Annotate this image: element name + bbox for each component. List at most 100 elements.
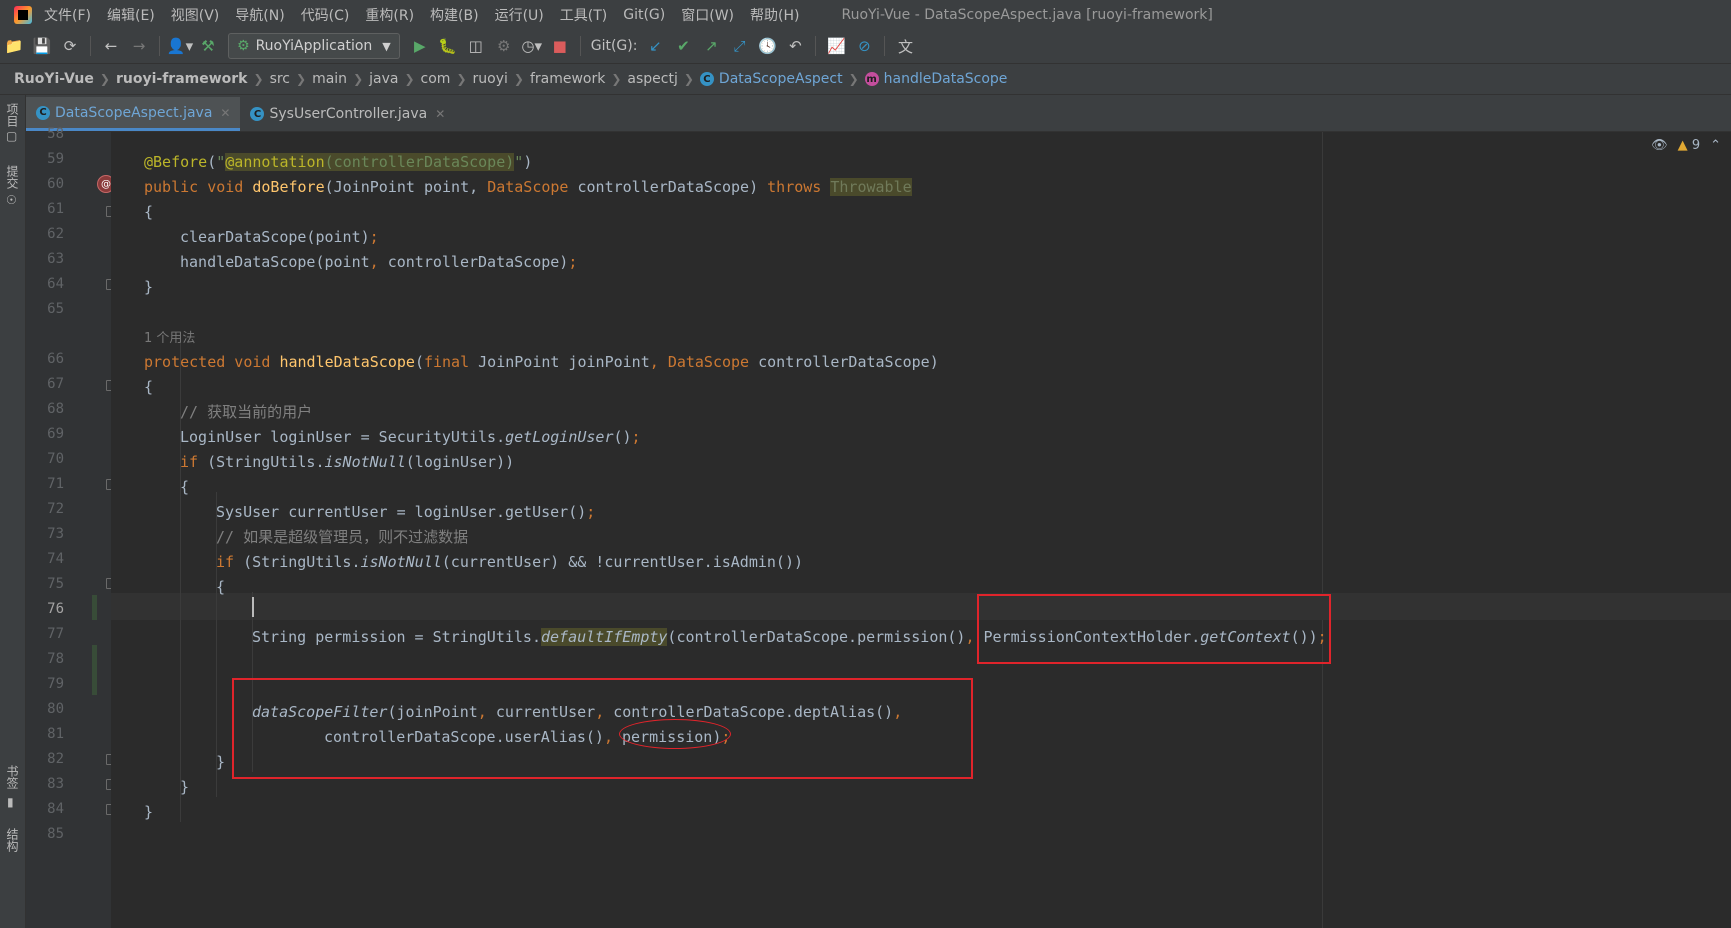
run-icon[interactable]: ▶ [406,32,434,60]
rollback-icon[interactable]: ↶ [781,32,809,60]
git-merge-icon[interactable]: ⤢ [725,32,753,60]
crumb-ruoyi[interactable]: ruoyi [473,71,508,87]
warning-count: 9 [1691,138,1701,153]
code-line-70: if (StringUtils.isNotNull(loginUser)) [180,453,515,471]
editor-gutter[interactable]: 58 59 60 61 62 63 64 65 66 67 68 69 70 7… [26,126,116,928]
build-hammer-icon[interactable]: ⚒ [194,32,222,60]
code-line-73: // 如果是超级管理员，则不过滤数据 [216,524,468,551]
menu-view[interactable]: 视图(V) [171,5,220,25]
open-folder-icon[interactable]: 📁 [0,32,28,60]
line-number: 77 [47,626,64,642]
project-tool-tab[interactable]: 项目 [4,103,21,127]
line-number: 59 [47,151,64,167]
chevron-up-icon[interactable]: ⌃ [1710,138,1721,153]
close-icon[interactable]: ✕ [435,107,445,121]
crumb-module[interactable]: ruoyi-framework [116,71,248,87]
toolbar: 📁 💾 ⟳ ← → 👤▾ ⚒ ⚙ RuoYiApplication ▼ ▶ 🐛 … [0,29,1731,64]
crumb-framework[interactable]: framework [530,71,605,87]
breadcrumb: RuoYi-Vue ❯ ruoyi-framework ❯ src ❯ main ❯ j… [0,64,1731,95]
line-number: 83 [47,776,64,792]
menu-window[interactable]: 窗口(W) [681,5,734,25]
crumb-main[interactable]: main [312,71,347,87]
editor-tabbar: C DataScopeAspect.java ✕ C SysUserContro… [26,95,1731,132]
user-dropdown-icon[interactable]: 👤▾ [166,32,194,60]
forward-icon[interactable]: → [125,32,153,60]
warning-icon: ▲ [1677,138,1688,153]
crumb-com[interactable]: com [421,71,451,87]
profile-icon[interactable]: ⚙ [490,32,518,60]
run-config-label: RuoYiApplication [255,38,373,54]
power-save-icon[interactable]: ⊘ [850,32,878,60]
menu-navigate[interactable]: 导航(N) [235,5,284,25]
debug-icon[interactable]: 🐛 [434,32,462,60]
window-title: RuoYi-Vue - DataScopeAspect.java [ruoyi-… [841,6,1213,23]
reader-mode-icon[interactable]: 👁 [1651,138,1668,153]
menu-refactor[interactable]: 重构(R) [365,5,414,25]
structure-tool-tab[interactable]: 结构 [4,828,21,852]
crumb-separator: ❯ [683,72,694,86]
line-number: 68 [47,401,64,417]
crumb-src[interactable]: src [270,71,290,87]
bookmark-icon[interactable]: ▮ [7,795,14,809]
toolbar-divider [159,36,160,56]
line-number: 75 [47,576,64,592]
inspection-widget[interactable]: 👁 ▲ 9 ⌃ [1651,138,1721,153]
coverage-icon[interactable]: ◫ [462,32,490,60]
line-number: 63 [47,251,64,267]
crumb-separator: ❯ [611,72,622,86]
menu-code[interactable]: 代码(C) [301,5,350,25]
usage-hint-line: 1 个用法 [144,324,195,351]
annotation-box-context [977,594,1331,664]
sync-icon[interactable]: ⟳ [56,32,84,60]
line-number: 67 [47,376,64,392]
menu-edit[interactable]: 编辑(E) [107,5,155,25]
close-icon[interactable]: ✕ [220,106,230,120]
comment-admin: // 如果是超级管理员，则不过滤数据 [216,528,469,546]
more-run-icon[interactable]: ◷▾ [518,32,546,60]
vcs-change-marker[interactable] [92,645,97,695]
warning-counter[interactable]: ▲ 9 [1678,138,1700,153]
menu-file[interactable]: 文件(F) [44,5,91,25]
crumb-class[interactable]: DataScopeAspect [719,71,843,87]
save-all-icon[interactable]: 💾 [28,32,56,60]
tab-label: DataScopeAspect.java [55,104,213,121]
run-configuration-select[interactable]: ⚙ RuoYiApplication ▼ [228,33,400,59]
crumb-method[interactable]: handleDataScope [884,71,1008,87]
tab-sysusercontroller[interactable]: C SysUserController.java ✕ [240,97,455,131]
bookmarks-tool-tab[interactable]: 书签 [4,765,21,789]
menu-tools[interactable]: 工具(T) [560,5,607,25]
code-line-67: { [144,378,154,396]
git-commit-icon[interactable]: ✔ [669,32,697,60]
menu-help[interactable]: 帮助(H) [750,5,799,25]
git-label: Git(G): [590,38,638,54]
translate-icon[interactable]: 文 [891,32,919,60]
git-push-icon[interactable]: ↗ [697,32,725,60]
back-icon[interactable]: ← [97,32,125,60]
crumb-separator: ❯ [404,72,415,86]
line-number: 62 [47,226,64,242]
toolbar-divider [579,36,581,56]
tab-label: SysUserController.java [269,106,428,122]
crumb-project[interactable]: RuoYi-Vue [14,71,94,87]
vcs-change-marker[interactable] [92,595,97,620]
folder-icon[interactable]: ▢ [6,129,17,143]
menu-run[interactable]: 运行(U) [495,5,544,25]
menu-git[interactable]: Git(G) [623,7,665,23]
code-line-82: } [216,753,226,771]
menu-build[interactable]: 构建(B) [430,5,479,25]
crumb-aspectj[interactable]: aspectj [627,71,677,87]
toolbar-divider [884,36,886,56]
git-update-icon[interactable]: ↙ [641,32,669,60]
usage-hint[interactable]: 1 个用法 [144,331,195,346]
annotation-box-filter-call [232,678,973,779]
code-editor[interactable]: @Before("@annotation(controllerDataScope… [111,132,1731,928]
crumb-java[interactable]: java [369,71,398,87]
history-icon[interactable]: 🕓 [753,32,781,60]
stop-icon[interactable]: ■ [546,32,574,60]
text-caret [252,597,254,617]
crumb-separator: ❯ [513,72,524,86]
commit-tool-tab[interactable]: 提交 [4,165,21,189]
activity-monitor-icon[interactable]: 📈 [822,32,850,60]
commit-icon[interactable]: ☉ [6,193,17,207]
line-number: 84 [47,801,64,817]
